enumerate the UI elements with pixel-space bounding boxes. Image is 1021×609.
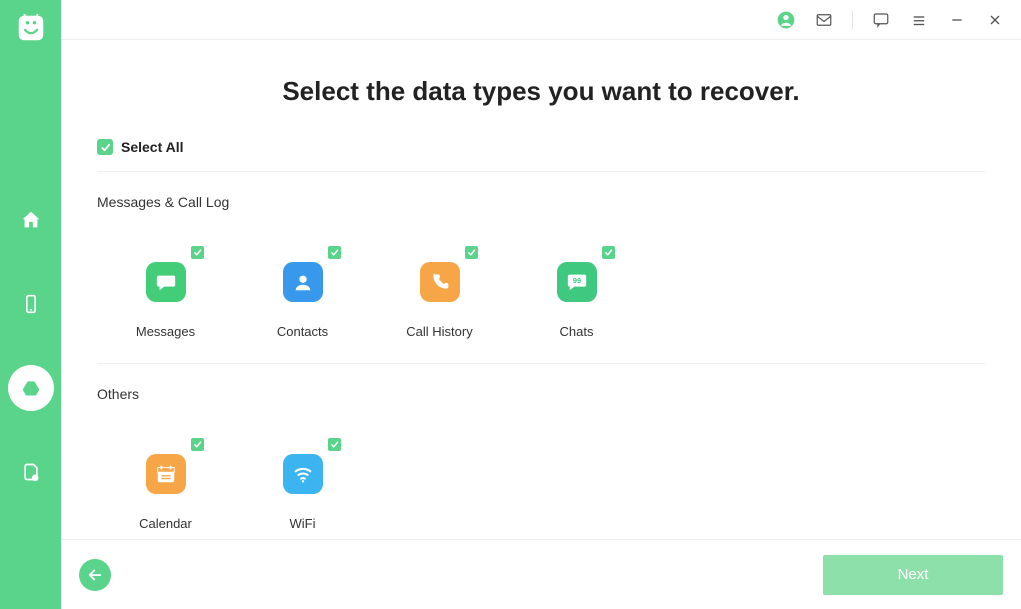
back-button[interactable] (79, 559, 111, 591)
tile-chats-label: Chats (560, 324, 594, 339)
titlebar (61, 0, 1021, 40)
svg-text:99: 99 (572, 276, 580, 285)
minimize-button[interactable] (947, 10, 967, 30)
wifi-icon (283, 454, 323, 494)
tile-calendar-label: Calendar (139, 516, 192, 531)
tile-calendar-checkbox[interactable] (191, 438, 204, 451)
feedback-icon[interactable] (871, 10, 891, 30)
titlebar-divider (852, 11, 853, 29)
account-icon[interactable] (776, 10, 796, 30)
tile-wifi-label: WiFi (290, 516, 316, 531)
main-panel: Select the data types you want to recove… (61, 0, 1021, 609)
mail-icon[interactable] (814, 10, 834, 30)
calendar-icon (146, 454, 186, 494)
tile-contacts-checkbox[interactable] (328, 246, 341, 259)
contacts-icon (283, 262, 323, 302)
section-others: Others Calendar WiFi (97, 386, 985, 539)
section-messages-title: Messages & Call Log (97, 194, 985, 210)
menu-icon[interactable] (909, 10, 929, 30)
titlebar-left-group (776, 10, 834, 30)
tile-call-history[interactable]: Call History (371, 216, 508, 339)
chats-icon: 99 (557, 262, 597, 302)
tile-messages-label: Messages (136, 324, 195, 339)
sidebar-nav: ! (0, 197, 61, 495)
close-button[interactable] (985, 10, 1005, 30)
nav-home[interactable] (0, 197, 61, 243)
next-button[interactable]: Next (823, 555, 1003, 595)
select-all-checkbox[interactable] (97, 139, 113, 155)
app-root: ! (0, 0, 1021, 609)
section-messages-grid: Messages Contacts Call (97, 216, 985, 364)
sidebar: ! (0, 0, 61, 609)
tile-wifi-checkbox[interactable] (328, 438, 341, 451)
tile-contacts[interactable]: Contacts (234, 216, 371, 339)
content-area: Select the data types you want to recove… (61, 40, 1021, 539)
select-all-label: Select All (121, 139, 184, 155)
tile-messages-checkbox[interactable] (191, 246, 204, 259)
section-others-title: Others (97, 386, 985, 402)
footer: Next (61, 539, 1021, 609)
titlebar-right-group (871, 10, 1005, 30)
nav-phone[interactable] (0, 281, 61, 327)
tile-call-history-checkbox[interactable] (465, 246, 478, 259)
tile-wifi[interactable]: WiFi (234, 408, 371, 531)
messages-icon (146, 262, 186, 302)
tile-messages[interactable]: Messages (97, 216, 234, 339)
tile-chats-checkbox[interactable] (602, 246, 615, 259)
page-title: Select the data types you want to recove… (97, 76, 985, 107)
app-logo-icon (17, 14, 45, 42)
tile-calendar[interactable]: Calendar (97, 408, 234, 531)
tile-chats[interactable]: 99 Chats (508, 216, 645, 339)
tile-call-history-label: Call History (406, 324, 472, 339)
section-messages: Messages & Call Log Messages (97, 194, 985, 364)
tile-contacts-label: Contacts (277, 324, 328, 339)
section-others-grid: Calendar WiFi (97, 408, 985, 539)
nav-file-alert[interactable]: ! (0, 449, 61, 495)
nav-drive[interactable] (0, 365, 61, 411)
select-all-row[interactable]: Select All (97, 139, 985, 172)
phone-icon (420, 262, 460, 302)
